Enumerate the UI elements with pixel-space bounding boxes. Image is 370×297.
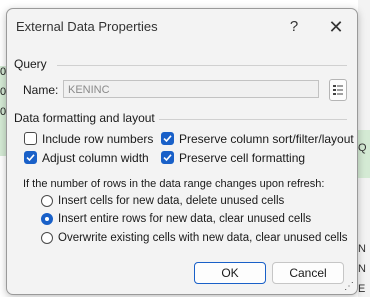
query-name-field[interactable]: KENINC — [63, 80, 319, 98]
name-label: Name: — [23, 83, 59, 97]
overwrite-cells-label: Overwrite existing cells with new data, … — [58, 232, 348, 244]
dialog-title: External Data Properties — [16, 19, 158, 34]
cell-value: N — [358, 263, 366, 275]
help-button[interactable]: ? — [284, 17, 304, 37]
insert-cells-label: Insert cells for new data, delete unused… — [58, 195, 285, 207]
selected-cells-right — [357, 130, 370, 178]
cell-value: E — [358, 283, 366, 295]
section-divider — [159, 119, 347, 120]
query-properties-button[interactable] — [329, 79, 347, 101]
overwrite-cells-radio[interactable] — [41, 232, 53, 244]
insert-rows-label: Insert entire rows for new data, clear u… — [58, 213, 312, 225]
include-row-numbers-label: Include row numbers — [42, 132, 154, 146]
resize-grip-icon[interactable]: ⋰ — [344, 281, 354, 292]
query-section-label: Query — [14, 57, 47, 71]
insert-rows-radio[interactable] — [41, 213, 53, 225]
checkmark-icon — [163, 135, 172, 143]
preserve-sort-filter-checkbox[interactable] — [161, 132, 174, 145]
ok-button[interactable]: OK — [194, 262, 266, 284]
refresh-prompt: If the number of rows in the data range … — [23, 178, 325, 190]
external-data-properties-dialog: External Data Properties ? ✕ Query Name:… — [6, 8, 358, 295]
properties-icon — [333, 85, 343, 95]
include-row-numbers-checkbox[interactable] — [24, 132, 37, 145]
cell-value: Q — [358, 142, 367, 154]
adjust-column-width-label: Adjust column width — [42, 151, 149, 165]
close-icon: ✕ — [328, 17, 344, 37]
cancel-button[interactable]: Cancel — [272, 262, 344, 284]
insert-cells-radio[interactable] — [41, 195, 53, 207]
preserve-sort-filter-label: Preserve column sort/filter/layout — [179, 132, 354, 146]
checkmark-icon — [163, 154, 172, 162]
close-button[interactable]: ✕ — [324, 15, 348, 39]
section-divider — [57, 65, 347, 66]
preserve-cell-formatting-checkbox[interactable] — [161, 151, 174, 164]
checkmark-icon — [26, 154, 35, 162]
cell-value: N — [358, 243, 366, 255]
adjust-column-width-checkbox[interactable] — [24, 151, 37, 164]
formatting-section-label: Data formatting and layout — [14, 111, 155, 125]
preserve-cell-formatting-label: Preserve cell formatting — [179, 151, 306, 165]
